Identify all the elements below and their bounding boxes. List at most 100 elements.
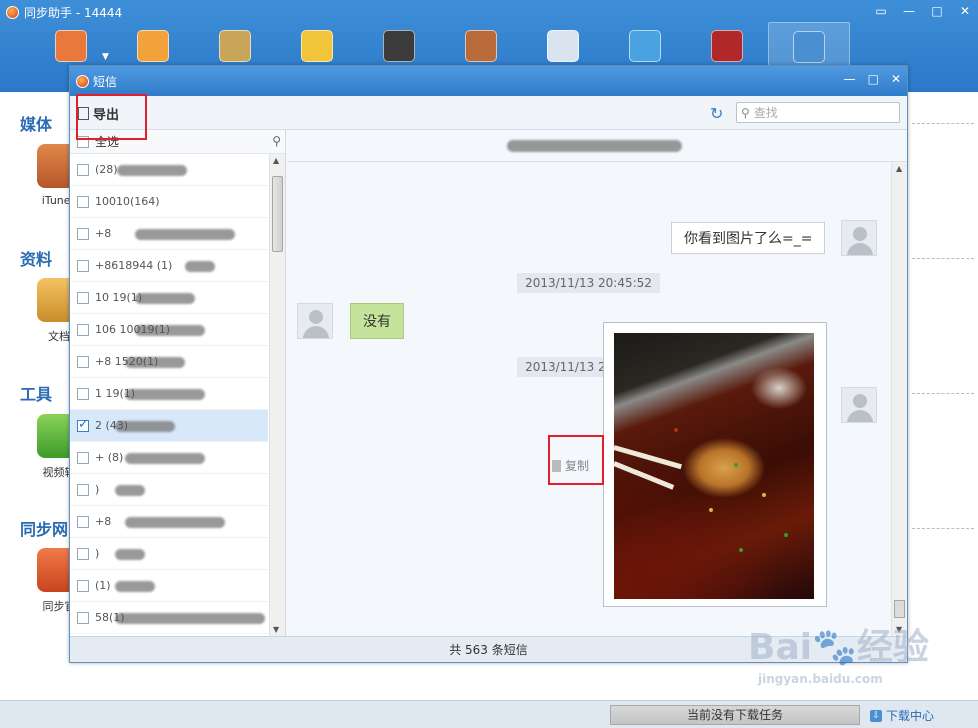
redacted-text — [115, 581, 155, 592]
app-title: 同步助手 - 14444 — [6, 4, 122, 20]
garnish — [674, 428, 678, 432]
search-icon[interactable]: ⚲ — [272, 134, 281, 148]
message-bubble-in[interactable]: 没有 — [350, 303, 404, 339]
window-controls: ▭ — □ ✕ — [874, 4, 972, 18]
contact-row[interactable]: +8618944 (1) — [70, 250, 268, 282]
redacted-text — [115, 485, 145, 496]
contact-row[interactable]: (1) — [70, 570, 268, 602]
contact-checkbox[interactable] — [77, 227, 89, 240]
avatar-icon — [297, 303, 333, 339]
home-icon — [55, 30, 87, 62]
conversation-scrollbar[interactable]: ▲ ▼ — [891, 162, 907, 636]
garnish — [734, 463, 738, 467]
food-photo — [614, 333, 814, 599]
scroll-down-icon[interactable]: ▼ — [273, 625, 279, 634]
feedback-button[interactable]: ▭ — [874, 4, 888, 18]
download-status: 当前没有下载任务 — [610, 705, 860, 725]
search-input[interactable]: ⚲ 查找 — [736, 102, 900, 123]
scrollbar-thumb[interactable] — [272, 176, 283, 252]
contact-checkbox[interactable] — [77, 163, 89, 176]
sms-maximize-button[interactable]: □ — [868, 72, 879, 86]
sms-window-controls: — □ ✕ — [844, 72, 901, 86]
sms-title-bar: 短信 — □ ✕ — [70, 66, 907, 96]
contact-row[interactable]: 58(1) — [70, 602, 268, 634]
divider — [912, 258, 974, 259]
chevron-down-icon[interactable]: ▼ — [102, 52, 109, 62]
message-bubble-out[interactable]: 你看到图片了么=_= — [671, 222, 826, 254]
garnish — [739, 548, 743, 552]
photo-icon — [465, 30, 497, 62]
contact-row[interactable]: ) — [70, 474, 268, 506]
contact-checkbox[interactable] — [77, 387, 89, 400]
contact-label: 10010(164) — [95, 195, 160, 208]
contact-label: 1 19(1) — [95, 387, 136, 400]
contact-checkbox[interactable] — [77, 547, 89, 560]
contact-checkbox[interactable] — [77, 291, 89, 304]
minimize-button[interactable]: — — [902, 4, 916, 18]
redacted-text — [135, 293, 195, 304]
tools-icon — [793, 31, 825, 63]
download-icon: ⇩ — [870, 709, 882, 722]
contact-row[interactable]: +8 — [70, 506, 268, 538]
contact-label: 10 19(1) — [95, 291, 143, 304]
contact-checkbox[interactable] — [77, 417, 89, 432]
contact-list: 全选 ⚲ (28) 10010(164) +8 +8618944 (1) 10 19(1… — [70, 130, 286, 636]
maximize-button[interactable]: □ — [930, 4, 944, 18]
close-button[interactable]: ✕ — [958, 4, 972, 18]
scroll-up-icon[interactable]: ▲ — [273, 156, 279, 165]
redacted-text — [125, 389, 205, 400]
contact-checkbox[interactable] — [77, 451, 89, 464]
paw-icon: 🐾 — [812, 627, 857, 668]
sms-minimize-button[interactable]: — — [844, 72, 856, 86]
contact-rows: (28) 10010(164) +8 +8618944 (1) 10 19(1) 106 … — [70, 154, 285, 634]
sms-close-button[interactable]: ✕ — [891, 72, 901, 86]
contact-row[interactable]: ) — [70, 538, 268, 570]
contact-checkbox[interactable] — [77, 195, 89, 208]
video-icon — [629, 30, 661, 62]
contact-checkbox[interactable] — [77, 579, 89, 592]
music-icon — [383, 30, 415, 62]
contact-label: (1) — [95, 579, 111, 592]
contact-list-scrollbar[interactable]: ▲ ▼ — [269, 154, 285, 636]
highlight-box-export — [76, 94, 147, 140]
download-center-button[interactable]: ⇩ 下载中心 — [870, 707, 934, 724]
contact-row[interactable]: (28) — [70, 154, 268, 186]
search-icon: ⚲ — [741, 105, 750, 120]
contact-checkbox[interactable] — [77, 611, 89, 624]
contact-row[interactable]: 106 10019(1) — [70, 314, 268, 346]
contact-checkbox[interactable] — [77, 515, 89, 528]
contact-row[interactable]: 2 (43) — [70, 410, 268, 442]
contact-label: ) — [95, 547, 100, 560]
conversation-pane: 你看到图片了么=_= 2013/11/13 20:45:52 没有 2013/1… — [287, 130, 907, 636]
contact-row[interactable]: 10010(164) — [70, 186, 268, 218]
scroll-up-icon[interactable]: ▲ — [896, 164, 902, 173]
sms-window: 短信 — □ ✕ 导出 ↻ ⚲ 查找 全选 ⚲ (28) 10010(164) +8… — [69, 65, 908, 663]
watermark-brand2: 经验 — [856, 627, 929, 668]
contact-row[interactable]: + (8) — [70, 442, 268, 474]
sms-title-text: 短信 — [93, 74, 118, 89]
contact-checkbox[interactable] — [77, 355, 89, 368]
category-data: 资料 — [20, 250, 53, 269]
redacted-text — [135, 229, 235, 240]
contact-row[interactable]: +8 — [70, 218, 268, 250]
avatar-icon — [841, 387, 877, 423]
contact-checkbox[interactable] — [77, 323, 89, 336]
apps-icon — [301, 30, 333, 62]
contact-label: 106 10019(1) — [95, 323, 171, 336]
contact-row[interactable]: 1 19(1) — [70, 378, 268, 410]
refresh-icon[interactable]: ↻ — [710, 104, 723, 123]
scrollbar-thumb[interactable] — [894, 600, 905, 618]
sms-logo-icon — [76, 74, 89, 88]
chopstick — [614, 461, 675, 490]
search-placeholder: 查找 — [753, 106, 778, 120]
contact-label: +8 1520(1) — [95, 355, 159, 368]
message-image[interactable] — [603, 322, 827, 607]
shopping-bag-icon — [137, 30, 169, 62]
contact-checkbox[interactable] — [77, 259, 89, 272]
contact-checkbox[interactable] — [77, 483, 89, 496]
sms-toolbar: 导出 ↻ ⚲ 查找 — [70, 96, 907, 130]
contact-row[interactable]: 10 19(1) — [70, 282, 268, 314]
redacted-text — [125, 453, 205, 464]
contact-row[interactable]: +8 1520(1) — [70, 346, 268, 378]
contact-label: 2 (43) — [95, 419, 129, 432]
